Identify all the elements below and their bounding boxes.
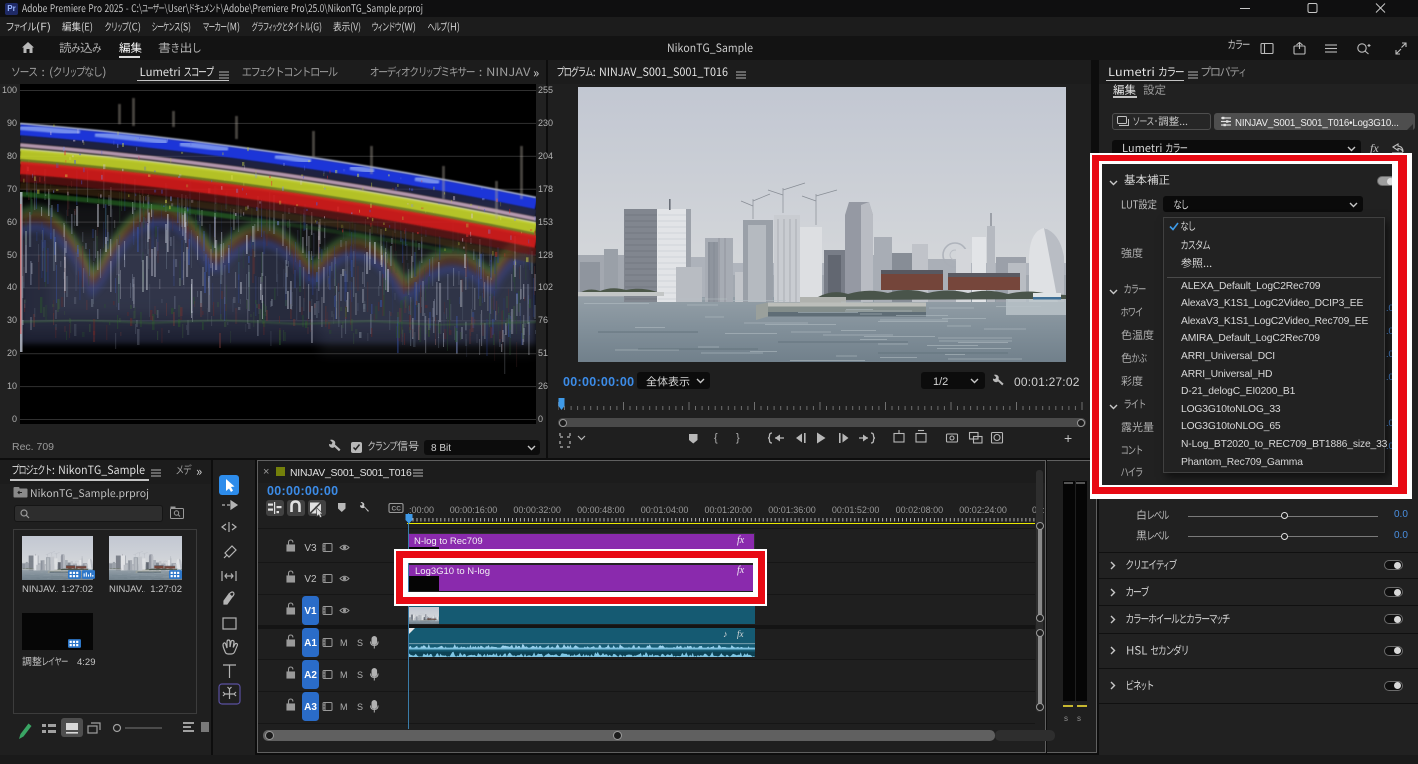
svg-text:V2: V2 [304,574,317,585]
svg-text:A3: A3 [304,702,317,713]
svg-text:A2: A2 [304,670,317,681]
svg-text:V1: V1 [304,606,317,617]
svg-text:A1: A1 [304,638,317,649]
svg-text:S: S [357,638,363,648]
svg-text:S: S [357,702,363,712]
svg-text:V3: V3 [304,543,317,554]
svg-text:M: M [340,638,348,648]
svg-text:M: M [340,670,348,680]
svg-text:M: M [340,702,348,712]
svg-text:S: S [357,670,363,680]
